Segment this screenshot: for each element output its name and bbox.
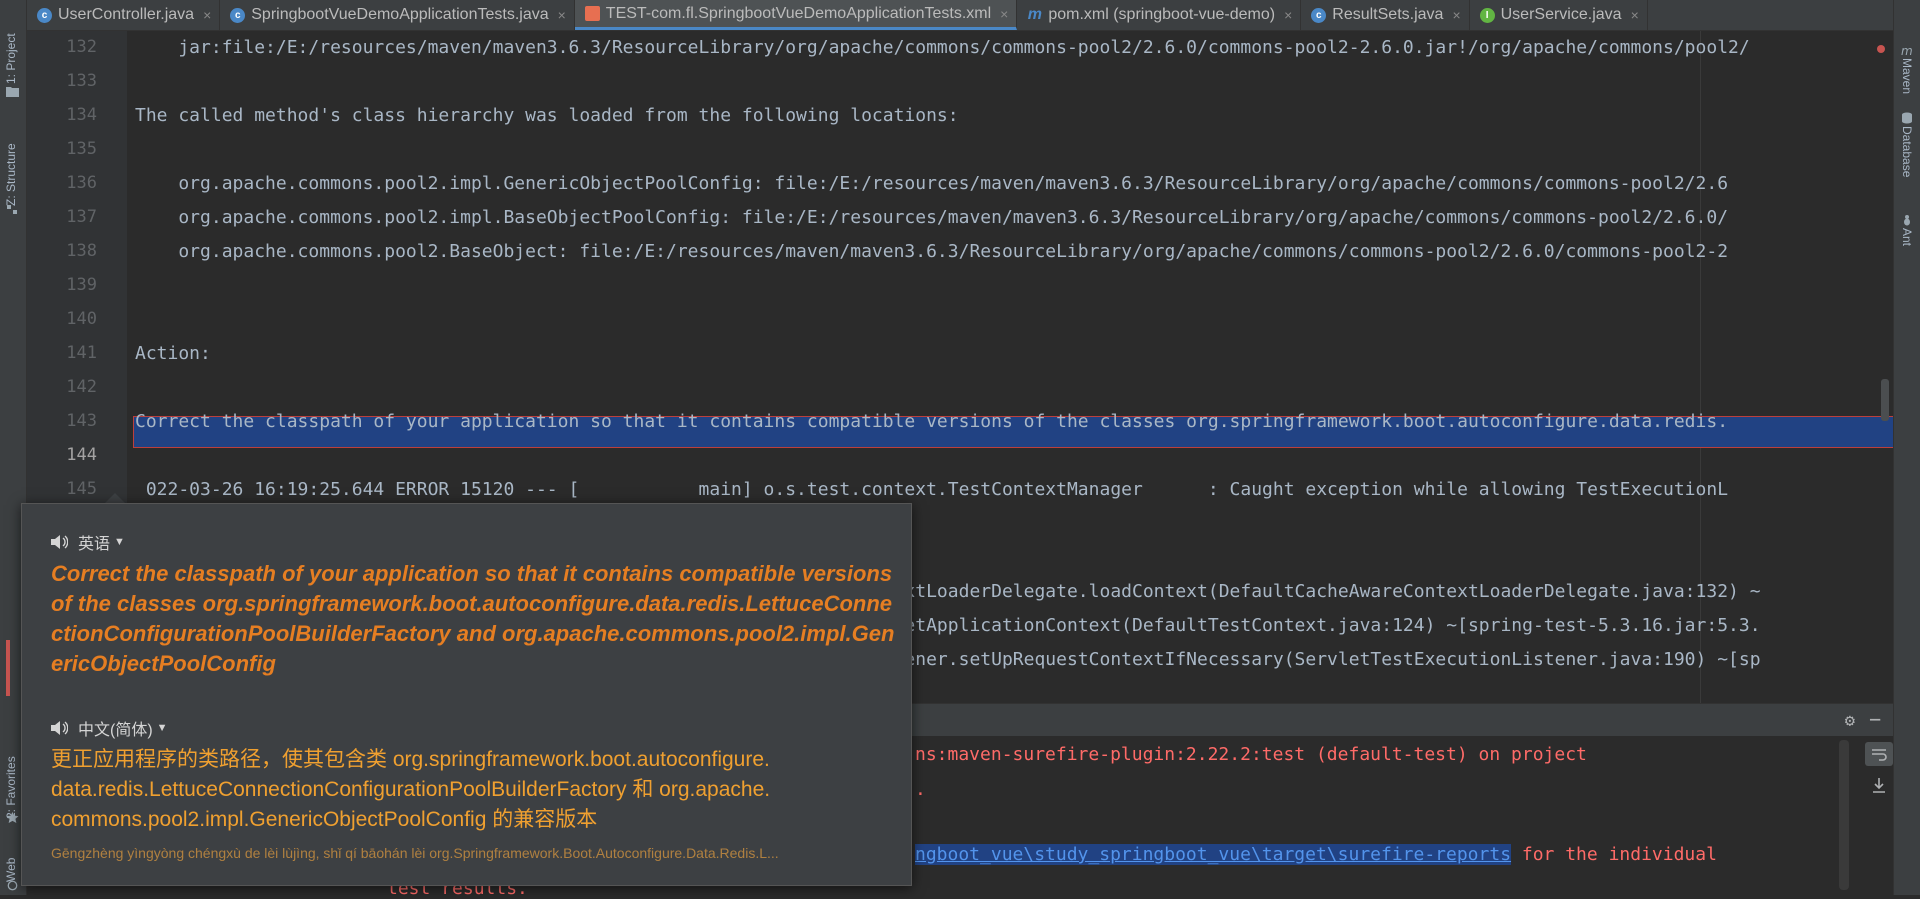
console-error-line-1: ns:maven-surefire-plugin:2.22.2:test (de… [915,744,1587,765]
code-line: org.apache.commons.pool2.BaseObject: fil… [135,241,1729,262]
java-class-icon: c [37,7,52,23]
line-number: 144 [66,445,97,465]
database-tool-button[interactable]: Database [1900,126,1914,196]
translation-popup: 英语 ▼ Correct the classpath of your appli… [21,503,912,886]
code-line: 022-03-26 16:19:25.644 ERROR 15120 --- [… [135,479,1729,500]
line-number: 138 [66,241,97,261]
line-number: 132 [66,37,97,57]
line-number: 139 [66,275,97,295]
test-class-icon: c [230,7,246,23]
tab-label: ResultSets.java [1332,6,1444,23]
project-tool-button[interactable]: 1: Project [4,14,18,84]
close-icon[interactable]: × [558,7,566,23]
close-icon[interactable]: × [203,7,211,23]
close-icon[interactable]: × [1452,7,1460,23]
structure-icon [7,205,17,214]
line-number: 136 [66,173,97,193]
error-indicator-icon[interactable] [1877,45,1885,53]
source-text: Correct the classpath of your applicatio… [51,561,895,676]
editor-scrollbar-thumb[interactable] [1881,379,1889,421]
xml-file-icon [584,6,600,21]
editor-tab[interactable]: I UserService.java × [1470,0,1648,30]
scroll-to-end-icon[interactable] [1865,774,1893,798]
folder-icon [6,87,19,97]
maven-tool-button[interactable]: Maven [1900,58,1914,108]
line-number: 141 [66,343,97,363]
line-number: 134 [66,105,97,125]
line-number: 142 [66,377,97,397]
close-icon[interactable]: × [1631,7,1639,23]
tab-label: SpringbootVueDemoApplicationTests.java [251,6,549,23]
minimize-icon[interactable]: − [1869,707,1881,731]
code-line: org.apache.commons.pool2.impl.BaseObject… [135,207,1729,228]
line-number: 133 [66,71,97,91]
chevron-down-icon: ▼ [156,722,168,734]
editor-tab[interactable]: TEST-com.fl.SpringbootVueDemoApplication… [574,0,1018,30]
tab-label: TEST-com.fl.SpringbootVueDemoApplication… [605,4,992,22]
line-number: 137 [66,207,97,227]
code-line: The called method's class hierarchy was … [135,105,959,126]
ant-tool-button[interactable]: Ant [1900,228,1914,258]
interface-icon: I [1479,7,1495,23]
console-scrollbar[interactable] [1839,740,1849,890]
right-margin-guide [1700,31,1701,703]
console-line-3-rest: for the individual [1511,844,1717,865]
soft-wrap-icon[interactable] [1865,742,1893,766]
error-stripe [6,640,10,696]
editor-tab[interactable]: c UserController.java × [27,0,221,30]
code-line: jar:file:/E:/resources/maven/maven3.6.3/… [135,37,1750,58]
structure-tool-button[interactable]: Z: Structure [4,122,18,206]
speaker-icon[interactable] [50,720,68,736]
editor-tab[interactable]: c ResultSets.java × [1301,0,1470,30]
target-language-label: 中文(简体) [78,722,153,739]
database-icon [1902,112,1912,124]
line-number: 143 [66,411,97,431]
close-icon[interactable]: × [1000,6,1008,22]
target-language-selector[interactable]: 中文(简体) ▼ [50,716,168,740]
source-language-label: 英语 [78,536,111,553]
line-number: 135 [66,139,97,159]
editor-tab[interactable]: m pom.xml (springboot-vue-demo) × [1017,0,1302,30]
console-error-line-3: ngboot_vue\study_springboot_vue\target\s… [915,844,1717,865]
editor-tab-bar: c UserController.java × c SpringbootVueDemoA… [27,0,1893,31]
line-number: 140 [66,309,97,329]
code-line: Action: [135,343,211,364]
code-line: Correct the classpath of your applicatio… [135,411,1729,432]
tab-label: UserService.java [1500,6,1622,23]
maven-icon: m [1027,6,1042,23]
editor-tab[interactable]: c SpringbootVueDemoApplicationTests.java × [220,0,575,30]
close-icon[interactable]: × [1284,7,1292,23]
translated-text: 更正应用程序的类路径，使其包含类 org.springframework.boo… [51,748,771,831]
speaker-icon[interactable] [50,534,68,550]
java-class-icon: c [1311,7,1327,23]
tab-label: UserController.java [58,6,195,23]
code-line: org.apache.commons.pool2.impl.GenericObj… [135,173,1729,194]
chevron-down-icon: ▼ [114,536,125,548]
right-tool-strip: m Maven Database Ant [1893,0,1920,895]
pinyin-text: Gēngzhèng yìngyòng chéngxù de lèi lùjìng… [51,845,779,861]
tab-label: pom.xml (springboot-vue-demo) [1048,6,1276,23]
source-language-selector[interactable]: 英语 ▼ [50,530,125,554]
web-tool-button[interactable]: Web [4,850,18,882]
web-icon [7,880,18,891]
surefire-reports-link[interactable]: ngboot_vue\study_springboot_vue\target\s… [915,844,1512,865]
star-icon [6,812,19,823]
maven-icon: m [1901,44,1913,56]
ant-icon [1904,215,1910,226]
line-number: 145 [66,479,97,499]
favorites-tool-button[interactable]: 2: Favorites [4,735,18,819]
console-error-line-2: . [915,779,926,800]
svg-text:m: m [1901,44,1913,56]
gear-icon[interactable]: ⚙ [1845,711,1855,731]
